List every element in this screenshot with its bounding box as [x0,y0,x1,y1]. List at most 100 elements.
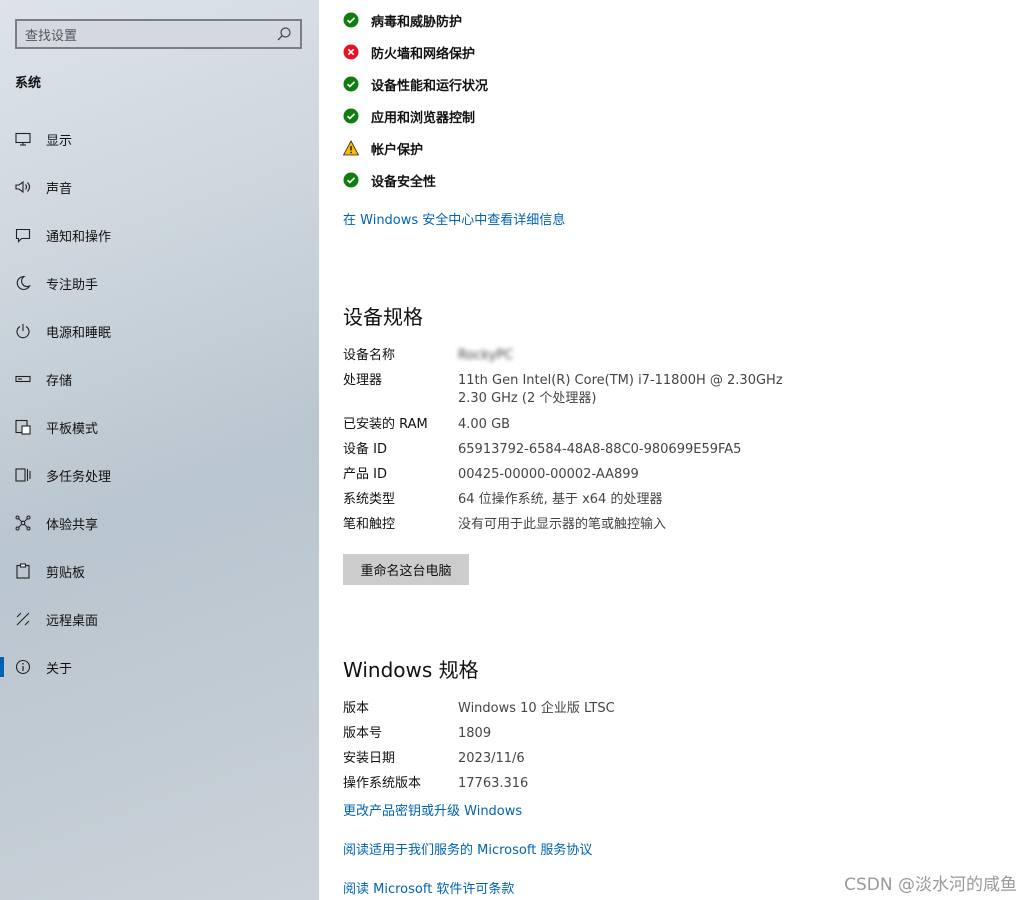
sidebar-item-notifications[interactable]: 通知和操作 [0,215,319,255]
sidebar-item-label: 声音 [46,181,73,197]
error-circle-icon [343,44,359,60]
security-item-label: 设备安全性 [371,174,437,190]
spec-value: 17763.316 [458,776,529,791]
spec-value: 11th Gen Intel(R) Core(TM) i7-11800H @ 2… [458,372,783,408]
rename-pc-button[interactable]: 重命名这台电脑 [343,554,469,585]
spec-key: 已安装的 RAM [343,417,428,432]
power-icon [14,322,32,340]
security-item-device-security: 设备安全性 [343,170,436,190]
security-item-label: 帐户保护 [371,142,424,158]
watermark: CSDN @淡水河的咸鱼 [844,875,1017,895]
search-input[interactable]: 查找设置 [25,25,276,44]
sidebar-item-label: 远程桌面 [46,613,99,629]
notification-icon [14,226,32,244]
sidebar-item-label: 多任务处理 [46,469,112,485]
sidebar-item-focus-assist[interactable]: 专注助手 [0,263,319,303]
sidebar-item-display[interactable]: 显示 [0,119,319,159]
spec-row-edition: 版本 Windows 10 企业版 LTSC [343,700,615,718]
spec-value: 2023/11/6 [458,751,525,766]
spec-key: 产品 ID [343,467,387,482]
sidebar-item-label: 通知和操作 [46,229,112,245]
spec-key: 设备 ID [343,442,387,457]
windows-specs-title: Windows 规格 [343,658,479,682]
storage-icon [14,370,32,388]
spec-value: 没有可用于此显示器的笔或触控输入 [458,517,667,532]
check-circle-icon [343,12,359,28]
sidebar-item-storage[interactable]: 存储 [0,359,319,399]
services-agreement-link[interactable]: 阅读适用于我们服务的 Microsoft 服务协议 [343,839,592,858]
sidebar-item-label: 关于 [46,661,73,677]
share-icon [14,514,32,532]
spec-row-device-id: 设备 ID 65913792-6584-48A8-88C0-980699E59F… [343,441,741,459]
sidebar-item-label: 电源和睡眠 [46,325,112,341]
spec-key: 操作系统版本 [343,776,422,791]
sidebar-item-remote-desktop[interactable]: 远程桌面 [0,599,319,639]
spec-value: RockyPC [458,348,514,363]
spec-value: 4.00 GB [458,417,511,432]
spec-value: 00425-00000-00002-AA899 [458,467,639,482]
spec-row-system-type: 系统类型 64 位操作系统, 基于 x64 的处理器 [343,491,662,509]
security-details-link[interactable]: 在 Windows 安全中心中查看详细信息 [343,209,565,228]
speaker-icon [14,178,32,196]
spec-value: 64 位操作系统, 基于 x64 的处理器 [458,492,663,507]
spec-row-pen-touch: 笔和触控 没有可用于此显示器的笔或触控输入 [343,516,666,534]
spec-key: 版本号 [343,726,383,741]
spec-value: 65913792-6584-48A8-88C0-980699E59FA5 [458,442,742,457]
sidebar-item-label: 专注助手 [46,277,99,293]
spec-row-processor: 处理器 11th Gen Intel(R) Core(TM) i7-11800H… [343,372,783,408]
check-circle-icon [343,108,359,124]
sidebar-item-clipboard[interactable]: 剪贴板 [0,551,319,591]
security-item-firewall: 防火墙和网络保护 [343,42,475,62]
spec-row-version: 版本号 1809 [343,725,491,743]
security-item-label: 应用和浏览器控制 [371,110,476,126]
check-circle-icon [343,76,359,92]
sidebar-item-label: 体验共享 [46,517,99,533]
check-circle-icon [343,172,359,188]
spec-row-ram: 已安装的 RAM 4.00 GB [343,416,510,434]
security-item-device-health: 设备性能和运行状况 [343,74,488,94]
change-product-key-link[interactable]: 更改产品密钥或升级 Windows [343,800,522,819]
security-item-virus: 病毒和威胁防护 [343,10,462,30]
spec-row-device-name: 设备名称 RockyPC [343,347,513,365]
sidebar-item-sound[interactable]: 声音 [0,167,319,207]
monitor-icon [14,130,32,148]
search-box[interactable]: 查找设置 [15,19,302,49]
spec-key: 笔和触控 [343,517,396,532]
security-item-app-browser: 应用和浏览器控制 [343,106,475,126]
sidebar-item-label: 显示 [46,133,73,149]
sidebar-item-shared-experiences[interactable]: 体验共享 [0,503,319,543]
sidebar-item-multitasking[interactable]: 多任务处理 [0,455,319,495]
spec-key: 安装日期 [343,751,396,766]
license-terms-link[interactable]: 阅读 Microsoft 软件许可条款 [343,878,514,897]
processor-line1: 11th Gen Intel(R) Core(TM) i7-11800H @ 2… [458,373,783,388]
main-content: 病毒和威胁防护 防火墙和网络保护 设备性能和运行状况 应用和浏览器控制 帐户保护… [319,0,1033,900]
security-item-label: 防火墙和网络保护 [371,46,476,62]
spec-row-product-id: 产品 ID 00425-00000-00002-AA899 [343,466,639,484]
spec-key: 设备名称 [343,348,396,363]
spec-row-install-date: 安装日期 2023/11/6 [343,750,525,768]
spec-value: 1809 [458,726,492,741]
spec-row-os-build: 操作系统版本 17763.316 [343,775,528,793]
sidebar-item-label: 存储 [46,373,73,389]
multitask-icon [14,466,32,484]
sidebar-item-power[interactable]: 电源和睡眠 [0,311,319,351]
spec-key: 版本 [343,701,370,716]
remote-icon [14,610,32,628]
security-item-account: 帐户保护 [343,138,423,158]
clipboard-icon [14,562,32,580]
info-icon [14,658,32,676]
sidebar-item-label: 剪贴板 [46,565,86,581]
sidebar-section-title: 系统 [15,76,42,91]
moon-icon [14,274,32,292]
security-item-label: 设备性能和运行状况 [371,78,489,94]
sidebar: 查找设置 系统 显示 声音 通知和操作 专注助手 电源和睡眠 存储 平板模式 多… [0,0,319,900]
search-icon[interactable] [276,26,292,42]
spec-key: 系统类型 [343,492,396,507]
sidebar-item-tablet-mode[interactable]: 平板模式 [0,407,319,447]
spec-value: Windows 10 企业版 LTSC [458,701,615,716]
sidebar-item-about[interactable]: 关于 [0,647,319,687]
warning-icon [343,140,359,156]
spec-key: 处理器 [343,373,383,388]
security-item-label: 病毒和威胁防护 [371,14,463,30]
processor-line2: 2.30 GHz (2 个处理器) [458,391,597,406]
